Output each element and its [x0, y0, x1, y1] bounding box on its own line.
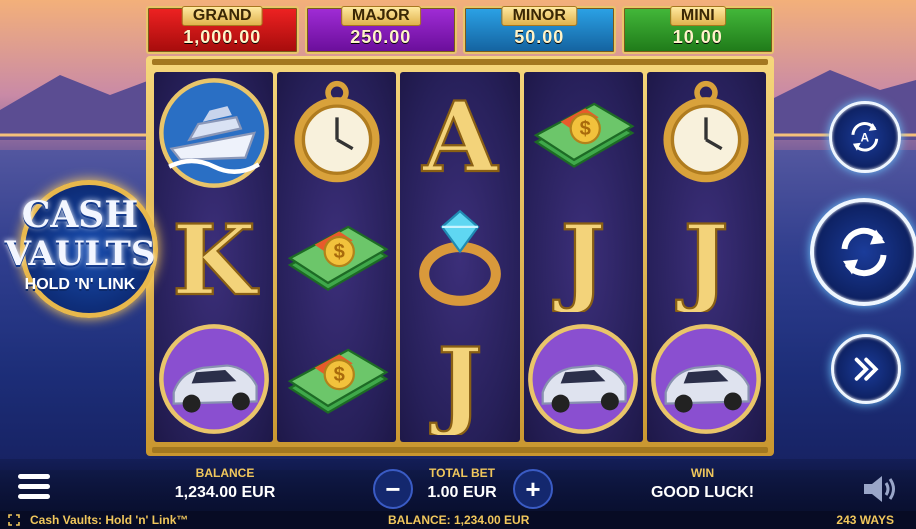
reel-1: K: [154, 72, 274, 442]
fullscreen-icon[interactable]: [8, 514, 20, 526]
reel-3: AJ: [400, 72, 520, 442]
win-value: GOOD LUCK!: [650, 484, 755, 501]
reel-frame: K $ $ A J $ J J: [146, 56, 774, 456]
cash-stack-symbol: $: [277, 318, 396, 440]
jackpot-major-label: MAJOR: [340, 6, 421, 26]
reel-5: J: [646, 72, 767, 442]
total-bet-label: TOTAL BET: [429, 466, 495, 480]
balance-value: 1,234.00 EUR: [174, 484, 276, 501]
spin-button[interactable]: [810, 198, 916, 306]
logo-line-3: HOLD 'N' LINK: [24, 276, 136, 293]
cash-stack-symbol: $: [277, 195, 396, 317]
jackpot-grand-value: 1,000.00: [183, 27, 262, 47]
svg-text:K: K: [172, 204, 259, 312]
A-symbol: A: [400, 72, 519, 194]
logo-line-2: VAULTS: [4, 234, 156, 274]
jackpot-minor-value: 50.00: [514, 27, 565, 47]
jackpot-major-value: 250.00: [350, 27, 412, 47]
jackpot-major: MAJOR 250.00: [304, 6, 457, 54]
menu-button[interactable]: [16, 470, 52, 504]
jackpot-grand: GRAND 1,000.00: [146, 6, 299, 54]
status-balance: BALANCE: 1,234.00 EUR: [388, 513, 530, 527]
svg-text:A: A: [422, 81, 499, 189]
sound-button[interactable]: [860, 472, 900, 506]
autoplay-button[interactable]: A: [829, 101, 901, 173]
svg-text:$: $: [580, 118, 591, 140]
jackpot-mini-value: 10.00: [672, 27, 723, 47]
car-symbol: [524, 318, 643, 440]
K-symbol: K: [154, 195, 273, 317]
pocket-watch-symbol: [277, 72, 396, 194]
win-label: WIN: [690, 466, 715, 480]
diamond-ring-symbol: [400, 195, 519, 317]
total-bet-display: TOTAL BET 1.00 EUR: [412, 466, 512, 502]
game-title: Cash Vaults: Hold 'n' Link™: [30, 513, 189, 527]
yacht-symbol: [154, 72, 273, 194]
jackpot-grand-label: GRAND: [181, 6, 263, 26]
svg-text:J: J: [552, 204, 606, 312]
pocket-watch-symbol: [647, 72, 766, 194]
car-symbol: [647, 318, 766, 440]
J-symbol: J: [400, 318, 519, 440]
menu-icon: [18, 474, 50, 499]
total-bet-value: 1.00 EUR: [427, 484, 497, 501]
svg-text:$: $: [333, 364, 344, 386]
frame-rail-top: [152, 59, 768, 65]
plus-icon: +: [525, 474, 541, 504]
game-logo: CASH VAULTS HOLD 'N' LINK: [2, 180, 158, 326]
win-display: WIN GOOD LUCK!: [620, 466, 785, 502]
svg-text:A: A: [861, 131, 870, 145]
speaker-icon: [864, 476, 895, 502]
car-symbol: [154, 318, 273, 440]
svg-text:$: $: [333, 241, 344, 263]
fast-forward-icon: [854, 357, 879, 381]
jackpot-bar: GRAND 1,000.00 MAJOR 250.00 MINOR 50.00 …: [146, 6, 774, 54]
jackpot-mini-label: MINI: [669, 6, 726, 26]
turbo-button[interactable]: [831, 334, 901, 404]
reel-4: $ J: [523, 72, 643, 442]
bet-decrease-button[interactable]: −: [373, 469, 413, 509]
spin-icon: [841, 227, 887, 277]
reel-2: $ $: [277, 72, 397, 442]
cash-stack-symbol: $: [524, 72, 643, 194]
autoplay-icon: A: [851, 122, 879, 152]
frame-rail-bottom: [152, 447, 768, 453]
ways-count: 243 WAYS: [836, 513, 894, 527]
balance-display: BALANCE 1,234.00 EUR: [150, 466, 300, 502]
balance-label: BALANCE: [195, 466, 255, 480]
jackpot-minor-label: MINOR: [501, 6, 577, 26]
svg-text:J: J: [429, 327, 483, 435]
reel-grid: K $ $ A J $ J J: [154, 72, 767, 442]
J-symbol: J: [524, 195, 643, 317]
bet-increase-button[interactable]: +: [513, 469, 553, 509]
status-bar: Cash Vaults: Hold 'n' Link™ BALANCE: 1,2…: [0, 511, 916, 529]
minus-icon: −: [385, 474, 401, 504]
logo-line-1: CASH: [21, 194, 139, 236]
jackpot-mini: MINI 10.00: [621, 6, 774, 54]
jackpot-minor: MINOR 50.00: [463, 6, 616, 54]
J-symbol: J: [647, 195, 766, 317]
svg-text:J: J: [676, 204, 730, 312]
